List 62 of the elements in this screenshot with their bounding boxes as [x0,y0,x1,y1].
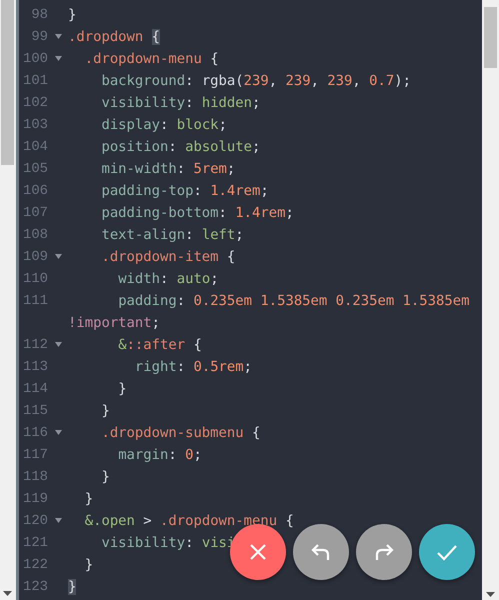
code-line: min-width: 5rem; [100,160,236,179]
line-number: 122 [22,556,48,575]
redo-arrow-icon [373,541,395,563]
line-number: 98 [30,6,48,25]
scroll-down-icon[interactable] [3,591,12,596]
line-number: 107 [22,204,48,223]
line-number: 114 [22,380,48,399]
code-line: .dropdown { [68,28,160,47]
scroll-down-icon[interactable] [486,592,495,597]
code-line: } [84,556,94,575]
code-line: } [117,380,127,399]
line-number: 105 [22,160,48,179]
code-line: display: block; [100,116,227,135]
code-line: text-align: left; [100,226,244,245]
fold-arrow-icon[interactable] [55,430,62,435]
code-line: right: 0.5rem; [134,358,252,377]
code-line: } [84,490,94,509]
line-number: 118 [22,468,48,487]
line-number: 121 [22,534,48,553]
line-number: 111 [22,292,48,311]
line-number: 99 [30,28,48,47]
fold-arrow-icon[interactable] [55,254,62,259]
fold-arrow-icon[interactable] [55,518,62,523]
code-line: .dropdown-item { [100,248,236,267]
fold-arrow-icon[interactable] [55,34,62,39]
scrollbar-thumb[interactable] [484,7,497,68]
code-line: position: absolute; [100,138,260,157]
line-number: 101 [22,72,48,91]
fold-arrow-icon[interactable] [55,342,62,347]
line-number: 104 [22,138,48,157]
line-number: 103 [22,116,48,135]
line-number: 110 [22,270,48,289]
code-line: } [100,468,110,487]
code-line: } [100,402,110,421]
line-number: 119 [22,490,48,509]
code-line: margin: 0; [117,446,202,465]
code-line: padding: 0.235em 1.5385em 0.235em 1.5385em !important; [68,292,470,333]
line-number: 123 [22,578,48,597]
line-number: 102 [22,94,48,113]
line-number: 120 [22,512,48,531]
line-number: 113 [22,358,48,377]
code-line: width: auto; [117,270,219,289]
line-number: 115 [22,402,48,421]
code-line: } [68,6,76,25]
line-number: 106 [22,182,48,201]
code-line: &::after { [117,336,202,355]
line-number: 116 [22,424,48,443]
line-number: 117 [22,446,48,465]
line-number: 109 [22,248,48,267]
undo-arrow-icon [310,541,332,563]
code-line: visibility: hidden; [100,94,260,113]
code-line: padding-bottom: 1.4rem; [100,204,294,223]
fold-arrow-icon[interactable] [55,56,62,61]
line-number: 108 [22,226,48,245]
scrollbar-thumb[interactable] [1,0,14,165]
line-number: 112 [22,336,48,355]
code-line: &.open > .dropdown-menu { [84,512,294,531]
code-line: .dropdown-submenu { [100,424,260,443]
code-line: .dropdown-menu { [84,50,219,69]
code-line: padding-top: 1.4rem; [100,182,269,201]
line-number: 100 [22,50,48,69]
code-line: background: rgba(239, 239, 239, 0.7); [100,72,411,91]
